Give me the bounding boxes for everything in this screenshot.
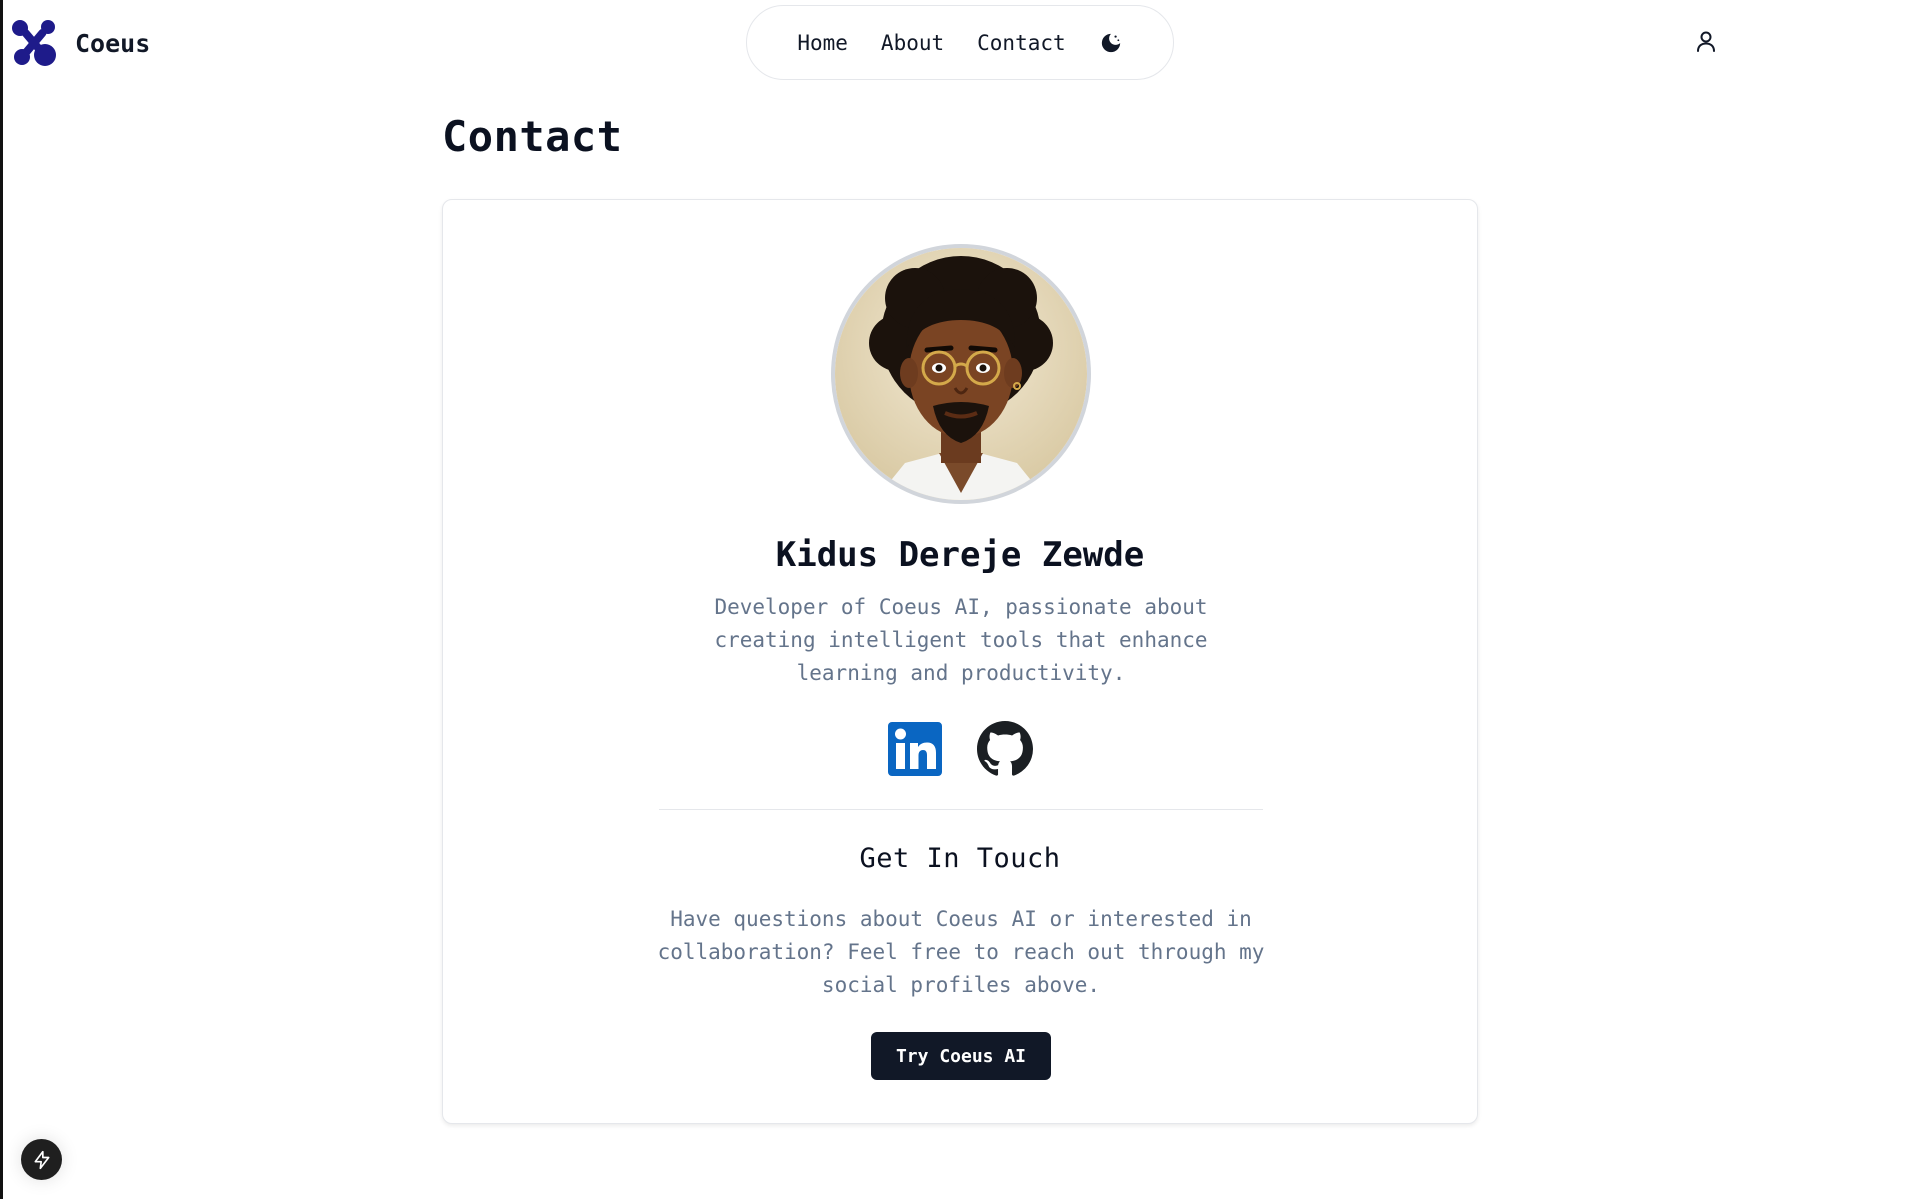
- section-divider: [659, 809, 1263, 810]
- user-icon: [1697, 31, 1715, 52]
- window-edge: [0, 0, 3, 1199]
- linkedin-icon: [888, 722, 942, 776]
- nav-about[interactable]: About: [881, 31, 944, 55]
- lightning-icon: [34, 1150, 50, 1169]
- try-coeus-ai-button[interactable]: Try Coeus AI: [871, 1032, 1051, 1080]
- linkedin-link[interactable]: [887, 721, 943, 777]
- social-links: [443, 721, 1477, 777]
- avatar: [831, 244, 1091, 504]
- nav-home[interactable]: Home: [797, 31, 848, 55]
- floating-action-button[interactable]: [21, 1139, 62, 1180]
- moon-icon: [1101, 33, 1120, 52]
- contact-card: Kidus Dereje Zewde Developer of Coeus AI…: [442, 199, 1478, 1124]
- get-in-touch-heading: Get In Touch: [859, 843, 1061, 874]
- main-nav: Home About Contact: [746, 5, 1174, 80]
- nav-contact[interactable]: Contact: [977, 31, 1066, 55]
- brand[interactable]: Coeus: [11, 19, 150, 67]
- user-account-button[interactable]: [1695, 30, 1717, 54]
- get-in-touch-text: Have questions about Coeus AI or interes…: [657, 907, 1265, 997]
- github-icon: [977, 721, 1033, 776]
- github-link[interactable]: [977, 721, 1033, 777]
- profile-bio: Developer of Coeus AI, passionate about …: [714, 595, 1208, 685]
- theme-toggle-button[interactable]: [1099, 31, 1123, 55]
- coeus-logo-icon: [12, 20, 56, 66]
- profile-name: Kidus Dereje Zewde: [775, 535, 1145, 575]
- brand-name: Coeus: [75, 28, 151, 58]
- page-title: Contact: [442, 112, 623, 161]
- avatar-illustration: [835, 248, 1087, 500]
